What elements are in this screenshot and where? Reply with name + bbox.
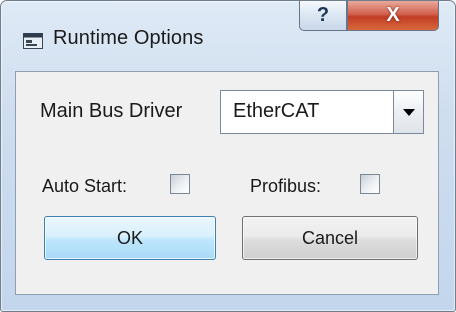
profibus-checkbox[interactable]	[360, 174, 380, 194]
dropdown-arrow-button[interactable]	[393, 91, 423, 133]
main-bus-driver-selected-value: EtherCAT	[233, 100, 320, 122]
auto-start-label: Auto Start:	[42, 176, 128, 196]
application-window-icon	[23, 33, 43, 49]
profibus-label: Profibus:	[250, 176, 322, 196]
close-button[interactable]: X	[347, 1, 439, 31]
help-button[interactable]: ?	[299, 1, 347, 31]
close-icon: X	[386, 4, 400, 26]
dialog-window: Runtime Options ? X Main Bus Driver Ethe…	[0, 0, 456, 312]
cancel-button[interactable]: Cancel	[242, 216, 418, 260]
chevron-down-icon	[403, 109, 415, 116]
window-title: Runtime Options	[53, 27, 204, 49]
help-icon: ?	[316, 4, 330, 26]
main-bus-driver-label: Main Bus Driver	[40, 100, 183, 122]
ok-button[interactable]: OK	[44, 216, 216, 260]
auto-start-checkbox[interactable]	[170, 174, 190, 194]
main-bus-driver-dropdown[interactable]: EtherCAT	[220, 90, 424, 134]
dialog-content: Main Bus Driver EtherCAT Auto Start: Pro…	[15, 71, 439, 295]
